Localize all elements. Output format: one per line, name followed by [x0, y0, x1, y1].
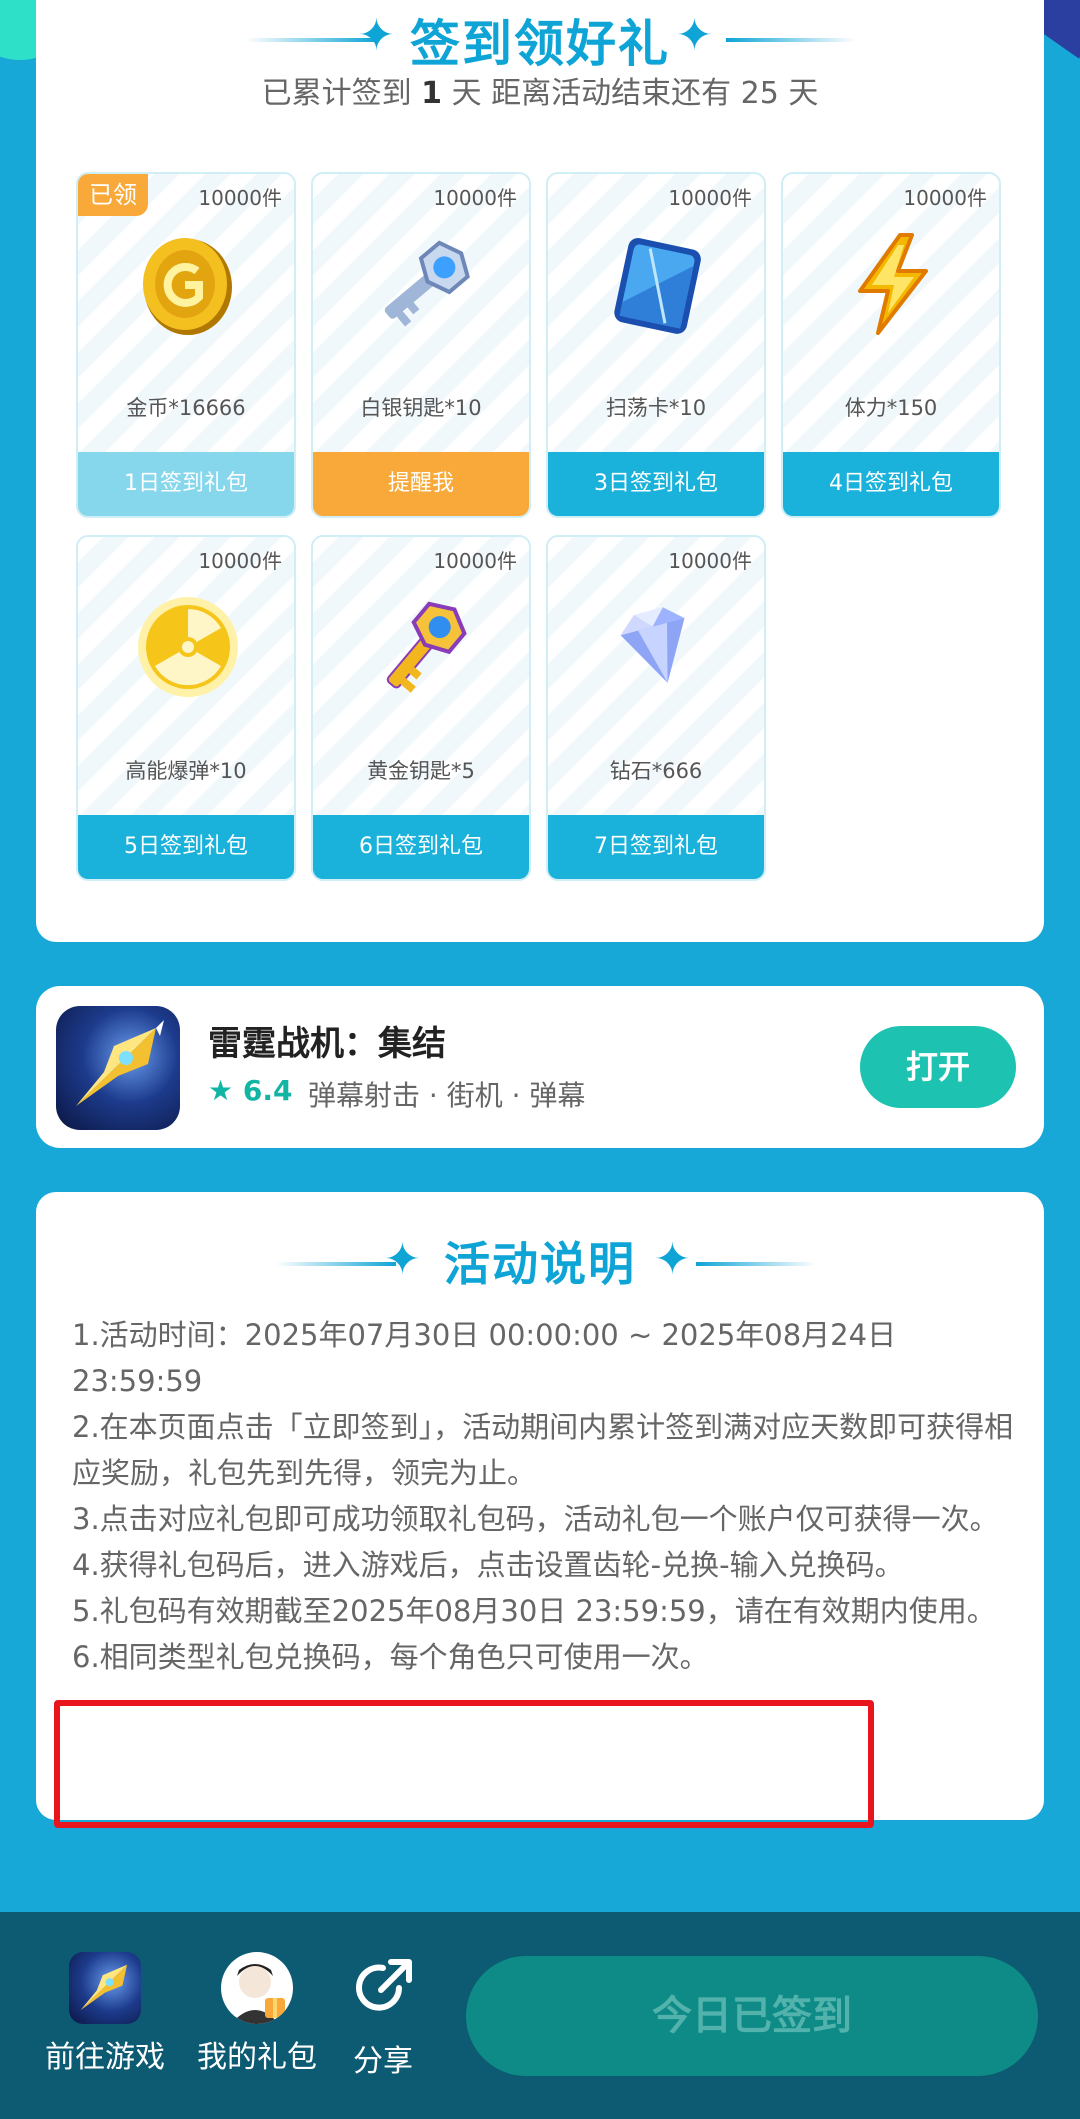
highlight-annotation-box [54, 1700, 874, 1828]
progress-prefix: 已累计签到 [261, 76, 412, 111]
gift-claim-button[interactable]: 3日签到礼包 [548, 452, 764, 516]
sign-in-progress: 已累计签到 1 天 距离活动结束还有 25 天 [36, 68, 1044, 112]
gift-day-5[interactable]: 10000件 高能爆弹*10 5日签到礼包 [76, 535, 296, 881]
share-button[interactable]: 分享 [340, 1952, 426, 2080]
rule-item: 3.点击对应礼包即可成功领取礼包码，活动礼包一个账户仅可获得一次。 [72, 1502, 999, 1536]
gold-key-icon [386, 601, 467, 693]
my-gifts-button[interactable]: 我的礼包 [192, 1952, 322, 2076]
sparkle-icon: ✦ [654, 1234, 691, 1285]
fighter-jet-icon [76, 1020, 164, 1106]
diamond-icon [620, 607, 685, 683]
sweep-card-icon [614, 238, 701, 334]
game-rating-value: 6.4 [242, 1074, 293, 1107]
gift-name: 扫荡卡*10 [605, 396, 707, 420]
star-icon: ★ [208, 1074, 234, 1107]
gift-day-7[interactable]: 10000件 钻石*666 7日签到礼包 [546, 535, 766, 881]
rule-item: 1.活动时间：2025年07月30日 00:00:00 ~ 2025年08月24… [72, 1318, 897, 1398]
gift-day-4[interactable]: 10000件 体力*150 4日签到礼包 [781, 172, 1001, 518]
remaining-days: 25 [740, 76, 779, 111]
gift-claim-button[interactable]: 6日签到礼包 [313, 815, 529, 879]
gift-day-2[interactable]: 10000件 白银钥匙*10 提醒我 [311, 172, 531, 518]
radiation-bomb-icon [138, 597, 238, 697]
game-app-icon[interactable] [56, 1006, 180, 1130]
title-divider-right [696, 1262, 816, 1266]
open-game-button[interactable]: 打开 [860, 1026, 1016, 1108]
progress-mid: 天 距离活动结束还有 [451, 76, 732, 111]
gold-coin-icon [143, 238, 232, 335]
rule-item: 4.获得礼包码后，进入游戏后，点击设置齿轮-兑换-输入兑换码。 [72, 1548, 904, 1582]
gift-quantity: 10000件 [668, 549, 752, 573]
signed-days-count: 1 [421, 76, 443, 111]
sign-in-card: ✦ 签到领好礼 ✦ 已累计签到 1 天 距离活动结束还有 25 天 已领 100… [36, 0, 1044, 942]
sparkle-icon: ✦ [676, 10, 713, 61]
gift-quantity: 10000件 [433, 549, 517, 573]
gift-day-6[interactable]: 10000件 黄金钥匙*5 6日签到礼包 [311, 535, 531, 881]
goto-game-button[interactable]: 前往游戏 [40, 1952, 170, 2076]
gift-name: 高能爆弹*10 [125, 759, 247, 783]
avatar [221, 1952, 293, 2024]
gift-quantity: 10000件 [668, 186, 752, 210]
goto-game-label: 前往游戏 [45, 2040, 165, 2075]
game-title: 雷霆战机：集结 [208, 1024, 446, 1064]
game-rating: ★ 6.4 [208, 1074, 292, 1107]
gift-claim-button[interactable]: 4日签到礼包 [783, 452, 999, 516]
fighter-jet-icon [80, 1964, 128, 2011]
gift-name: 黄金钥匙*5 [367, 759, 475, 783]
share-label: 分享 [353, 2044, 413, 2079]
rule-item: 6.相同类型礼包兑换码，每个角色只可使用一次。 [72, 1640, 709, 1674]
avatar-gift-icon [231, 1964, 285, 2024]
signed-today-button[interactable]: 今日已签到 [466, 1956, 1038, 2076]
gift-day-1[interactable]: 已领 10000件 金币*16666 1日签到礼包 [76, 172, 296, 518]
sign-in-title: 签到领好礼 [410, 15, 670, 73]
rules-list: 1.活动时间：2025年07月30日 00:00:00 ~ 2025年08月24… [72, 1312, 1032, 1680]
gift-name: 金币*16666 [126, 396, 246, 420]
gift-claim-button[interactable]: 5日签到礼包 [78, 815, 294, 879]
gift-claim-button[interactable]: 7日签到礼包 [548, 815, 764, 879]
gift-name: 白银钥匙*10 [360, 396, 482, 420]
gift-quantity: 10000件 [903, 186, 987, 210]
share-icon [356, 1959, 412, 2011]
silver-key-icon [384, 240, 470, 327]
progress-suffix: 天 [788, 76, 819, 111]
bottom-action-bar: 前往游戏 我的礼包 分享 今日已签到 [0, 1912, 1080, 2119]
my-gifts-label: 我的礼包 [197, 2040, 317, 2075]
remind-me-button[interactable]: 提醒我 [313, 452, 529, 516]
gift-name: 钻石*666 [609, 759, 703, 783]
rule-item: 2.在本页面点击「立即签到」，活动期间内累计签到满对应天数即可获得相应奖励，礼包… [72, 1410, 1014, 1490]
gift-quantity: 10000件 [198, 549, 282, 573]
game-app-icon [69, 1952, 141, 2024]
game-card[interactable]: 雷霆战机：集结 ★ 6.4 弹幕射击 · 街机 · 弹幕 打开 [36, 986, 1044, 1148]
lightning-icon [858, 233, 928, 335]
game-tags: 弹幕射击 · 街机 · 弹幕 [308, 1079, 586, 1112]
title-divider-right [726, 38, 856, 42]
gift-quantity: 10000件 [433, 186, 517, 210]
gift-claim-button[interactable]: 1日签到礼包 [78, 452, 294, 516]
rules-title: 活动说明 [444, 1237, 636, 1291]
rule-item: 5.礼包码有效期截至2025年08月30日 23:59:59，请在有效期内使用。 [72, 1594, 996, 1628]
claimed-badge: 已领 [78, 174, 148, 216]
gift-name: 体力*150 [844, 396, 938, 420]
gift-quantity: 10000件 [198, 186, 282, 210]
gift-day-3[interactable]: 10000件 扫荡卡*10 3日签到礼包 [546, 172, 766, 518]
